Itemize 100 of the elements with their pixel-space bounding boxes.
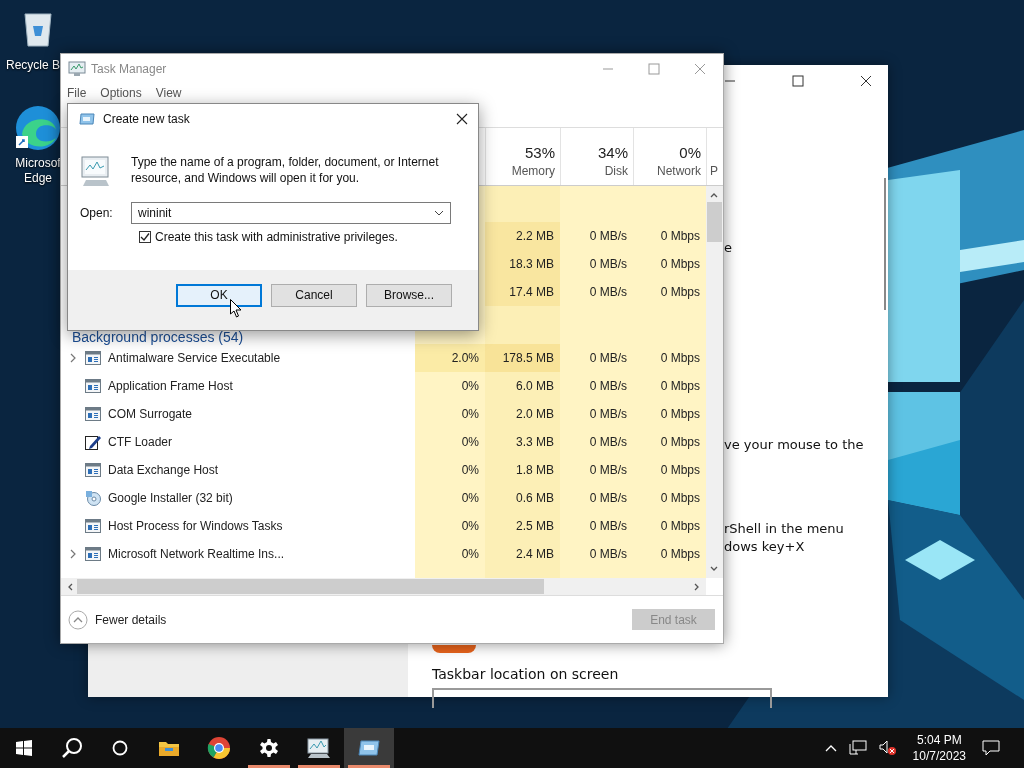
table-cell-text: 0 MB/s	[588, 228, 628, 245]
chevron-icon[interactable]	[70, 549, 76, 559]
table-cell-text: 1.8 MB	[515, 462, 555, 479]
scroll-left-icon[interactable]	[67, 582, 73, 591]
table-cell-text: 0%	[460, 406, 480, 423]
notification-icon[interactable]	[982, 740, 1000, 756]
table-cell-text: 0 Mbps	[659, 256, 701, 273]
window-title: Task Manager	[91, 61, 167, 76]
gear-icon[interactable]	[259, 738, 279, 758]
dialog-button[interactable]: OK	[176, 283, 262, 307]
table-cell-text: 0 Mbps	[659, 350, 701, 367]
table-cell-text: 0 MB/s	[588, 434, 628, 451]
settings-text: dows key+X	[724, 538, 805, 556]
scroll-up-icon[interactable]	[710, 192, 718, 198]
process-name: CTF Loader	[108, 435, 173, 449]
chevron-down-icon[interactable]	[434, 210, 444, 216]
maximize-icon[interactable]	[792, 75, 804, 87]
setting-heading: Taskbar location on screen	[432, 666, 619, 682]
table-cell-text: 0%	[460, 518, 480, 535]
installer-icon	[85, 490, 101, 506]
table-cell-text: 0 MB/s	[588, 546, 628, 563]
taskbar-run-button[interactable]	[344, 728, 394, 768]
desktop-icon-label: Microsof Edge	[14, 156, 62, 186]
window-icon[interactable]	[358, 740, 380, 756]
fewer-details-link[interactable]: Fewer details	[95, 612, 167, 627]
browser-icon[interactable]	[207, 736, 231, 760]
process-name: Antimalware Service Executable	[108, 351, 281, 365]
menu-item[interactable]: Options	[100, 86, 142, 100]
table-cell-text: 0 MB/s	[588, 284, 628, 301]
circle-icon[interactable]	[112, 740, 128, 756]
running-indicator	[248, 765, 290, 768]
window-icon	[85, 519, 101, 533]
monitor-icon	[80, 154, 112, 188]
column-header[interactable]: 0% Network	[633, 128, 706, 185]
dropdown-field[interactable]	[432, 688, 772, 708]
clock[interactable]: 5:04 PM 10/7/2023	[912, 732, 966, 764]
open-combobox[interactable]: wininit	[131, 202, 451, 224]
toggle-switch[interactable]	[432, 645, 476, 653]
process-name: Host Process for Windows Tasks	[108, 519, 283, 533]
window-icon	[79, 112, 95, 125]
windows-logo-icon[interactable]	[16, 740, 32, 756]
menu-item[interactable]: View	[155, 86, 182, 100]
chevron-icon[interactable]	[70, 353, 76, 363]
speaker-muted-icon[interactable]	[878, 740, 897, 756]
window-icon	[85, 379, 101, 393]
table-cell-text: 0%	[460, 434, 480, 451]
browser-icon[interactable]	[14, 104, 62, 152]
table-cell-text: 0 MB/s	[588, 462, 628, 479]
table-cell-text: 0 Mbps	[659, 406, 701, 423]
table-cell: 2.0%	[415, 344, 485, 372]
horizontal-scrollbar[interactable]	[61, 578, 706, 595]
column-header[interactable]: 34% Disk	[560, 128, 633, 185]
window-icon	[85, 547, 101, 561]
dialog-button[interactable]: Browse...	[366, 283, 452, 307]
table-cell-text: 0 MB/s	[588, 256, 628, 273]
table-cell-text: 0 MB/s	[588, 406, 628, 423]
table-cell-text: 0 Mbps	[659, 518, 701, 535]
scroll-down-icon[interactable]	[710, 566, 718, 572]
checkbox-label: Create this task with administrative privileges.	[155, 230, 398, 244]
close-icon[interactable]	[456, 112, 468, 125]
scroll-right-icon[interactable]	[694, 582, 700, 591]
process-name: Google Installer (32 bit)	[108, 491, 233, 505]
vertical-scrollbar[interactable]	[706, 186, 723, 578]
column-header[interactable]: 53% Memory	[485, 128, 560, 185]
table-cell-text: 2.0 MB	[515, 406, 555, 423]
table-cell-text: 3.3 MB	[515, 434, 555, 451]
dialog-message: Type the name of a program, folder, document, or Internet resource, and Windows will open it for you.	[131, 154, 440, 186]
table-cell-text: 0.6 MB	[515, 490, 555, 507]
folder-icon[interactable]	[158, 739, 180, 757]
scrollbar-thumb[interactable]	[707, 202, 722, 242]
table-cell-text: 0 MB/s	[588, 350, 628, 367]
process-name: Data Exchange Host	[108, 463, 219, 477]
group-heading: Background processes (54)	[72, 331, 244, 343]
dialog-title: Create new task	[103, 111, 190, 126]
table-cell: 17.4 MB	[485, 278, 560, 306]
table-cell-text: 0%	[460, 490, 480, 507]
column-header[interactable]: P	[706, 128, 723, 185]
running-indicator	[348, 765, 390, 768]
menu-item[interactable]: File	[67, 86, 87, 100]
process-name: COM Surrogate	[108, 407, 193, 421]
table-cell-text: 0 MB/s	[588, 490, 628, 507]
scrollbar-thumb[interactable]	[77, 579, 544, 594]
dialog-button[interactable]: Cancel	[271, 283, 357, 307]
caret-up-icon[interactable]	[824, 744, 837, 752]
search-icon[interactable]	[61, 737, 83, 759]
table-cell: 18.3 MB	[485, 250, 560, 278]
window-icon	[85, 407, 101, 421]
window-icon	[85, 463, 101, 477]
table-cell-text: 0 Mbps	[659, 434, 701, 451]
close-icon[interactable]	[860, 75, 872, 87]
table-cell-text: 0%	[460, 378, 480, 395]
table-cell-text: 2.5 MB	[515, 518, 555, 535]
network-icon[interactable]	[848, 740, 867, 756]
checkbox[interactable]	[139, 231, 151, 243]
table-cell: 2.2 MB	[485, 222, 560, 250]
desktop-icon-label: Recycle B	[6, 58, 61, 73]
table-cell-text: 0 Mbps	[659, 284, 701, 301]
running-indicator	[298, 765, 340, 768]
monitor-icon[interactable]	[306, 737, 332, 759]
process-name: Application Frame Host	[108, 379, 233, 393]
